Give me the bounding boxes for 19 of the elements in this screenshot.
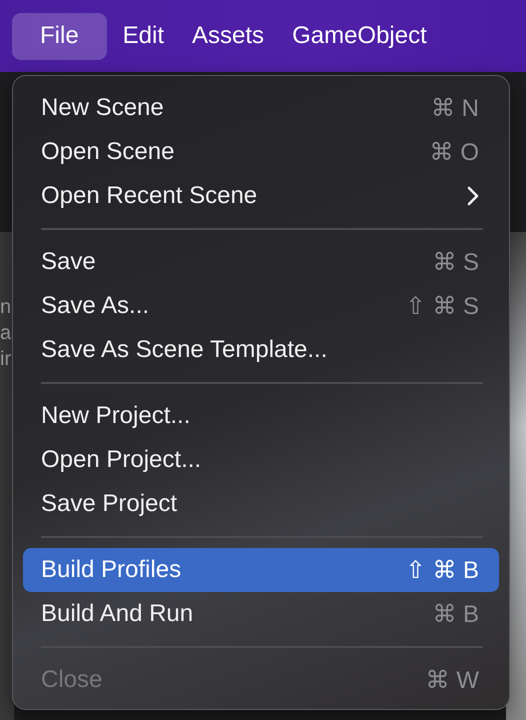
menu-item[interactable]: Save ⌘ S (23, 240, 499, 284)
panel-label: n (0, 295, 12, 320)
menu-bar-item[interactable]: Assets (180, 12, 276, 60)
chevron-right-icon (467, 186, 479, 206)
menu-item[interactable]: Open Project... (23, 438, 499, 482)
menu-item[interactable]: New Scene ⌘ N (23, 86, 499, 130)
menu-bar-item[interactable]: Edit (110, 12, 176, 60)
menu-item[interactable]: Save Project (23, 482, 499, 526)
menu-item[interactable]: New Project... (23, 394, 499, 438)
menu-bar-item[interactable]: GameObject (280, 12, 439, 60)
menu-item[interactable]: Build Profiles ⇧ ⌘ B (23, 548, 499, 592)
menu-item[interactable]: Open Recent Scene (23, 174, 499, 218)
menu-item[interactable]: Open Scene ⌘ O (23, 130, 499, 174)
panel-label: a (0, 321, 12, 346)
menu-bar-item[interactable]: File (12, 12, 107, 60)
menu-item[interactable]: Save As... ⇧ ⌘ S (23, 284, 499, 328)
menu-item[interactable]: Save As Scene Template... (23, 328, 499, 372)
menu-item[interactable]: Build And Run ⌘ B (23, 592, 499, 636)
panel-label: ir (0, 347, 12, 372)
